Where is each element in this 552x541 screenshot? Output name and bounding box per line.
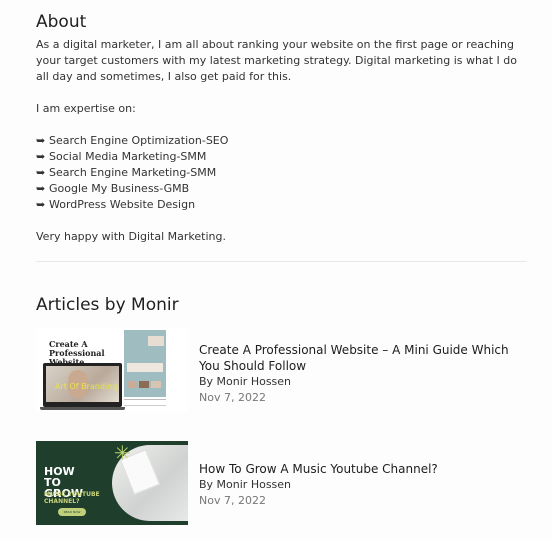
article-meta: How To Grow A Music Youtube Channel? By …: [199, 461, 519, 509]
about-heading: About: [36, 12, 87, 32]
section-divider: [36, 261, 527, 262]
article-thumbnail[interactable]: ✳ HOW TO GROW MUSIC YOUTUBE CHANNEL? REA…: [36, 441, 188, 525]
expertise-item: ➥ Search Engine Optimization-SEO: [36, 134, 229, 147]
expertise-list: ➥ Search Engine Optimization-SEO ➥ Social …: [36, 133, 531, 213]
arrow-icon: ➥: [36, 182, 46, 195]
expertise-item: ➥ Google My Business-GMB: [36, 182, 190, 195]
expertise-item: ➥ WordPress Website Design: [36, 198, 196, 211]
about-paragraph: As a digital marketer, I am all about ra…: [36, 38, 517, 83]
poster-illustration: [124, 330, 166, 397]
article-date: Nov 7, 2022: [199, 494, 266, 507]
about-closing: Very happy with Digital Marketing.: [36, 230, 226, 243]
article-title-link[interactable]: How To Grow A Music Youtube Channel?: [199, 461, 519, 477]
article-thumbnail[interactable]: Create A Professional Website Art Of Bra…: [36, 328, 188, 412]
arrow-icon: ➥: [36, 150, 46, 163]
expertise-intro: I am expertise on:: [36, 102, 136, 115]
about-body: As a digital marketer, I am all about ra…: [36, 37, 531, 245]
expertise-item: ➥ Search Engine Marketing-SMM: [36, 166, 217, 179]
articles-heading: Articles by Monir: [36, 295, 179, 315]
article-title-link[interactable]: Create A Professional Website – A Mini G…: [199, 342, 519, 374]
article-author: By Monir Hossen: [199, 375, 292, 388]
thumbnail-subheadline: MUSIC YOUTUBE CHANNEL?: [44, 491, 100, 505]
article-author: By Monir Hossen: [199, 478, 292, 491]
expertise-item: ➥ Social Media Marketing-SMM: [36, 150, 207, 163]
arrow-icon: ➥: [36, 166, 46, 179]
thumbnail-read-button: READ NOW: [58, 508, 86, 516]
article-date: Nov 7, 2022: [199, 391, 266, 404]
sparkle-icon: ✳: [114, 441, 131, 465]
article-meta: Create A Professional Website – A Mini G…: [199, 342, 519, 406]
arrow-icon: ➥: [36, 198, 46, 211]
arrow-icon: ➥: [36, 134, 46, 147]
laptop-illustration: Art Of Branding: [40, 363, 125, 410]
